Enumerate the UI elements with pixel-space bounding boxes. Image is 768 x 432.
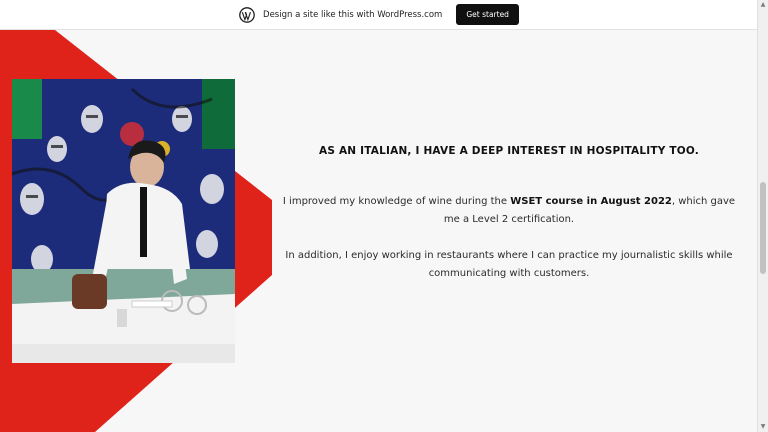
hospitality-section: AS AN ITALIAN, I HAVE A DEEP INTEREST IN… [278,145,740,301]
page-scrollbar[interactable]: ▲ ▼ [757,0,768,432]
restaurant-paragraph: In addition, I enjoy working in restaura… [285,250,733,279]
wordpress-promo-bar: Design a site like this with WordPress.c… [0,0,758,30]
wset-course-highlight: WSET course in August 2022 [510,196,672,207]
wordpress-logo-icon[interactable] [239,6,255,23]
waitress-photo [12,79,235,363]
get-started-button[interactable]: Get started [456,4,519,25]
scroll-thumb[interactable] [760,182,766,274]
scroll-down-arrow-icon[interactable]: ▼ [759,423,767,431]
scroll-up-arrow-icon[interactable]: ▲ [759,1,767,9]
section-heading: AS AN ITALIAN, I HAVE A DEEP INTEREST IN… [319,145,699,157]
page: Design a site like this with WordPress.c… [0,0,768,432]
wine-paragraph-text-1: I improved my knowledge of wine during t… [282,196,511,207]
wine-paragraph: I improved my knowledge of wine during t… [278,193,740,229]
promo-text[interactable]: Design a site like this with WordPress.c… [263,10,442,20]
